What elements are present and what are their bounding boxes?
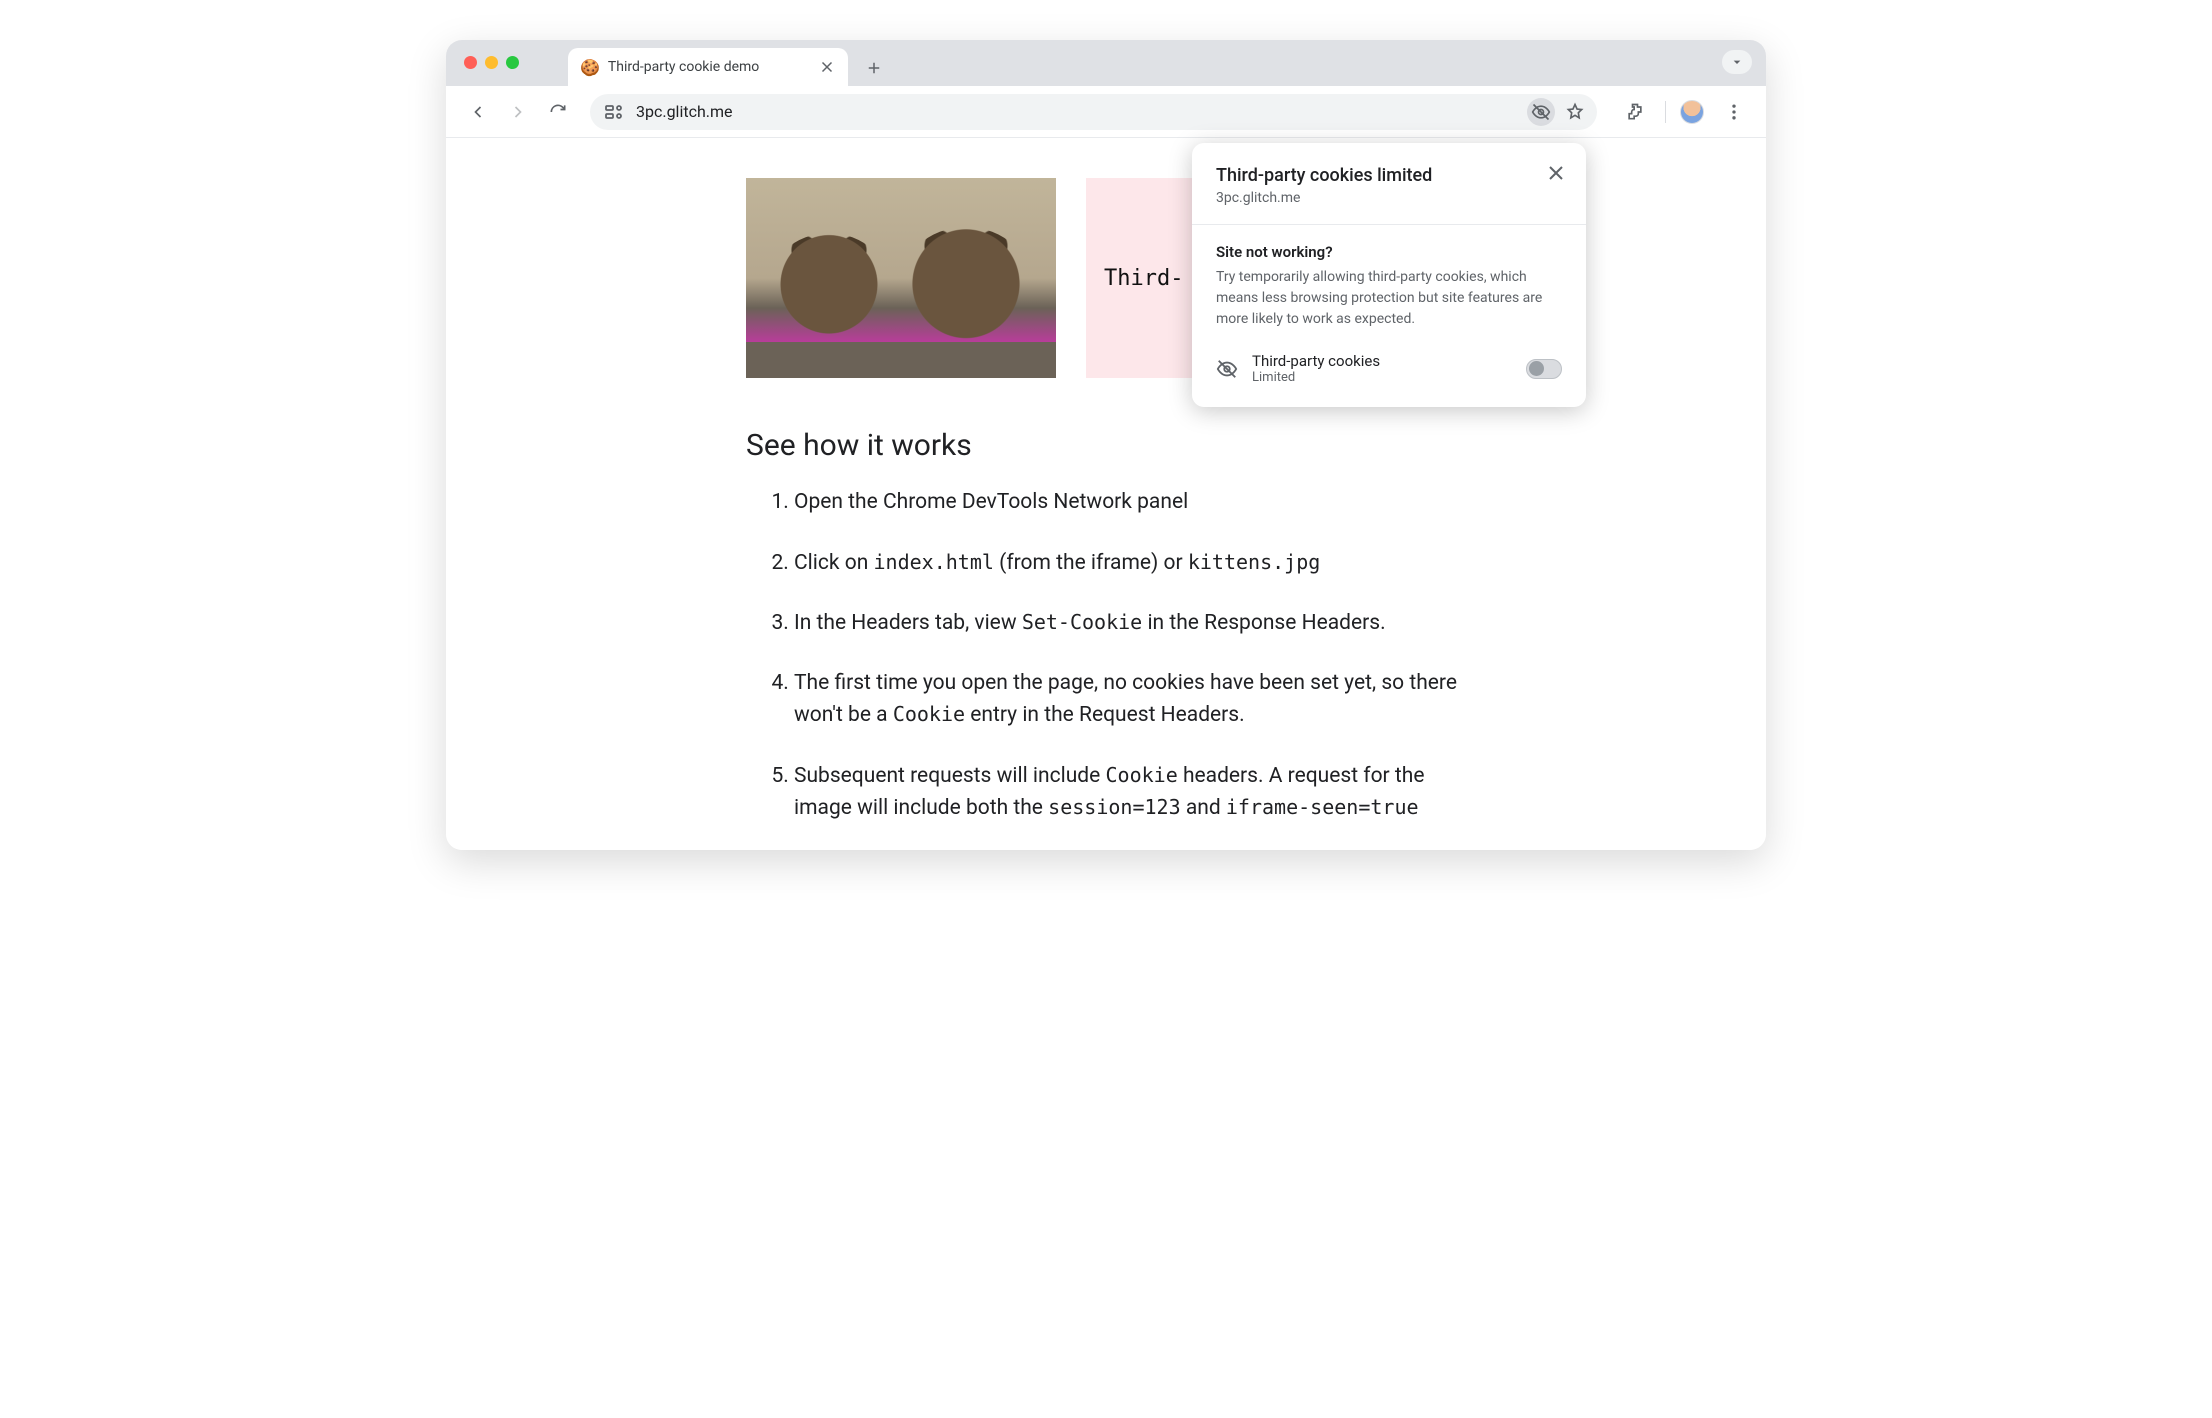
extensions-icon[interactable] <box>1619 96 1651 128</box>
tab-title: Third-party cookie demo <box>608 59 810 75</box>
step-2: Click on index.html (from the iframe) or… <box>794 547 1466 580</box>
section-heading: See how it works <box>746 428 1466 463</box>
site-info-icon[interactable] <box>602 100 626 124</box>
step-text: Click on <box>794 551 874 575</box>
popover-question: Site not working? <box>1216 243 1562 261</box>
step-text: Subsequent requests will include <box>794 764 1105 788</box>
tab-close-button[interactable] <box>818 58 836 76</box>
iframe-text: Third- <box>1104 266 1183 291</box>
url-text[interactable]: 3pc.glitch.me <box>636 102 1517 121</box>
reload-button[interactable] <box>542 96 574 128</box>
window-close-button[interactable] <box>464 56 477 69</box>
cookies-popover: Third-party cookies limited 3pc.glitch.m… <box>1192 143 1586 407</box>
bookmark-icon[interactable] <box>1561 98 1589 126</box>
step-5: Subsequent requests will include Cookie … <box>794 760 1466 825</box>
step-1: Open the Chrome DevTools Network panel <box>794 487 1466 519</box>
menu-button[interactable] <box>1718 96 1750 128</box>
cookies-toggle-row: Third-party cookies Limited <box>1216 352 1562 385</box>
cookies-toggle[interactable] <box>1526 359 1562 379</box>
toolbar-right <box>1619 96 1750 128</box>
new-tab-button[interactable] <box>860 54 888 82</box>
tab-favicon-icon: 🍪 <box>580 58 600 77</box>
toolbar-divider <box>1665 101 1666 123</box>
step-code: kittens.jpg <box>1188 550 1320 574</box>
back-button[interactable] <box>462 96 494 128</box>
popover-close-button[interactable] <box>1544 161 1568 185</box>
step-text: (from the iframe) or <box>994 551 1188 575</box>
tabstrip: 🍪 Third-party cookie demo <box>568 40 888 86</box>
step-text: In the Headers tab, view <box>794 611 1022 635</box>
forward-button[interactable] <box>502 96 534 128</box>
popover-description: Try temporarily allowing third-party coo… <box>1216 267 1562 330</box>
browser-window: 🍪 Third-party cookie demo <box>446 40 1766 850</box>
step-code: Cookie <box>893 702 965 726</box>
tab-search-button[interactable] <box>1722 50 1752 74</box>
toggle-state: Limited <box>1252 370 1512 385</box>
window-zoom-button[interactable] <box>506 56 519 69</box>
step-text: in the Response Headers. <box>1142 611 1385 635</box>
step-text: entry in the Request Headers. <box>965 703 1245 727</box>
address-bar[interactable]: 3pc.glitch.me <box>590 94 1597 130</box>
window-minimize-button[interactable] <box>485 56 498 69</box>
kittens-image <box>746 178 1056 378</box>
step-code: session=123 <box>1048 795 1180 819</box>
step-4: The first time you open the page, no coo… <box>794 668 1466 732</box>
step-3: In the Headers tab, view Set-Cookie in t… <box>794 607 1466 640</box>
toolbar: 3pc.glitch.me <box>446 86 1766 138</box>
step-code: iframe-seen=true <box>1226 795 1419 819</box>
window-controls <box>464 56 519 69</box>
popover-divider <box>1192 224 1586 225</box>
step-text: and <box>1181 796 1226 820</box>
toggle-label: Third-party cookies <box>1252 352 1512 370</box>
step-code: Set-Cookie <box>1022 610 1142 634</box>
eye-slash-icon <box>1216 358 1238 380</box>
popover-title: Third-party cookies limited <box>1216 165 1562 186</box>
steps-list: Open the Chrome DevTools Network panel C… <box>746 487 1466 825</box>
cookies-blocked-icon[interactable] <box>1527 98 1555 126</box>
avatar[interactable] <box>1680 100 1704 124</box>
step-code: index.html <box>874 550 994 574</box>
browser-tab[interactable]: 🍪 Third-party cookie demo <box>568 48 848 86</box>
titlebar: 🍪 Third-party cookie demo <box>446 40 1766 86</box>
step-code: Cookie <box>1105 763 1177 787</box>
popover-site: 3pc.glitch.me <box>1216 190 1562 206</box>
